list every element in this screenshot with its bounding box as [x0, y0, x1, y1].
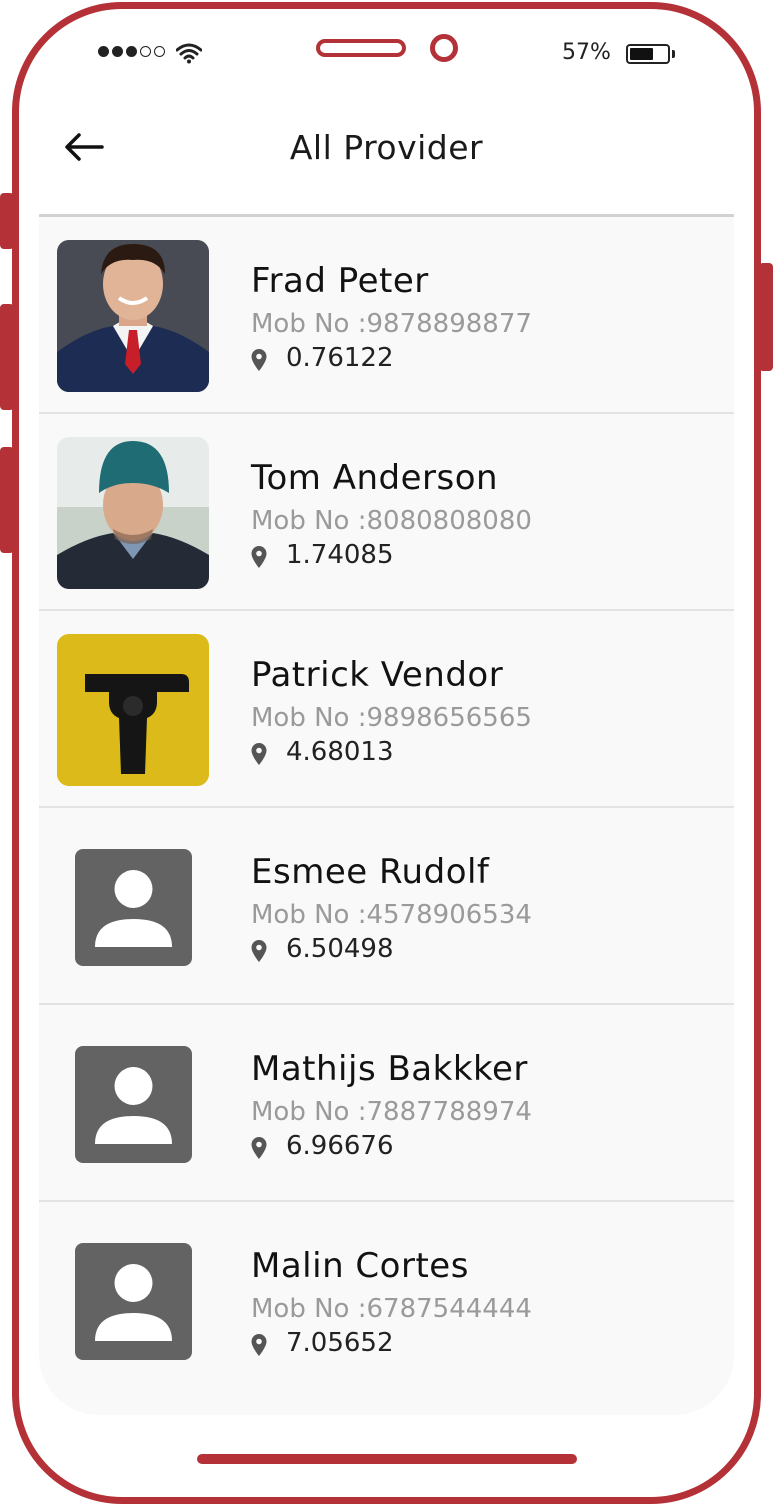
signal-icon	[98, 46, 165, 57]
location-pin-icon	[251, 349, 267, 371]
battery-icon	[626, 44, 670, 64]
provider-photo-avatar	[57, 437, 209, 589]
provider-name: Malin Cortes	[251, 1246, 469, 1286]
provider-row[interactable]: Esmee Rudolf Mob No :4578906534 6.50498	[39, 808, 734, 1005]
location-pin-icon	[251, 1334, 267, 1356]
provider-name: Esmee Rudolf	[251, 852, 490, 892]
provider-mobile: Mob No :6787544444	[251, 1294, 532, 1324]
user-placeholder-icon	[75, 1243, 192, 1360]
provider-name: Frad Peter	[251, 261, 429, 301]
side-button-power	[759, 263, 773, 371]
provider-mobile: Mob No :4578906534	[251, 900, 532, 930]
provider-distance: 4.68013	[286, 737, 394, 767]
provider-distance: 7.05652	[286, 1328, 394, 1358]
wifi-icon	[176, 43, 202, 64]
provider-mobile: Mob No :7887788974	[251, 1097, 532, 1127]
provider-row[interactable]: Mathijs Bakkker Mob No :7887788974 6.966…	[39, 1005, 734, 1202]
provider-distance: 0.76122	[286, 343, 394, 373]
location-pin-icon	[251, 743, 267, 765]
provider-name: Mathijs Bakkker	[251, 1049, 528, 1089]
page-title: All Provider	[289, 128, 484, 167]
battery-percent: 57%	[562, 40, 611, 65]
user-placeholder-icon	[75, 1046, 192, 1163]
provider-photo-avatar	[57, 634, 209, 786]
provider-distance: 6.50498	[286, 934, 394, 964]
provider-mobile: Mob No :8080808080	[251, 506, 532, 536]
provider-name: Tom Anderson	[251, 458, 499, 498]
provider-row[interactable]: Patrick Vendor Mob No :9898656565 4.6801…	[39, 611, 734, 808]
user-placeholder-icon	[75, 849, 192, 966]
provider-list[interactable]: Frad Peter Mob No :9878898877 0.76122 To…	[39, 217, 734, 1415]
provider-distance: 6.96676	[286, 1131, 394, 1161]
status-bar: 57%	[0, 38, 773, 74]
provider-distance: 1.74085	[286, 540, 394, 570]
provider-row[interactable]: Tom Anderson Mob No :8080808080 1.74085	[39, 414, 734, 611]
location-pin-icon	[251, 546, 267, 568]
provider-row[interactable]: Malin Cortes Mob No :6787544444 7.05652	[39, 1202, 734, 1399]
home-indicator[interactable]	[197, 1454, 577, 1464]
location-pin-icon	[251, 1137, 267, 1159]
provider-name: Patrick Vendor	[251, 655, 504, 695]
provider-mobile: Mob No :9878898877	[251, 309, 532, 339]
provider-mobile: Mob No :9898656565	[251, 703, 532, 733]
location-pin-icon	[251, 940, 267, 962]
battery-tip	[672, 50, 675, 58]
provider-row[interactable]: Frad Peter Mob No :9878898877 0.76122	[39, 217, 734, 414]
provider-photo-avatar	[57, 240, 209, 392]
